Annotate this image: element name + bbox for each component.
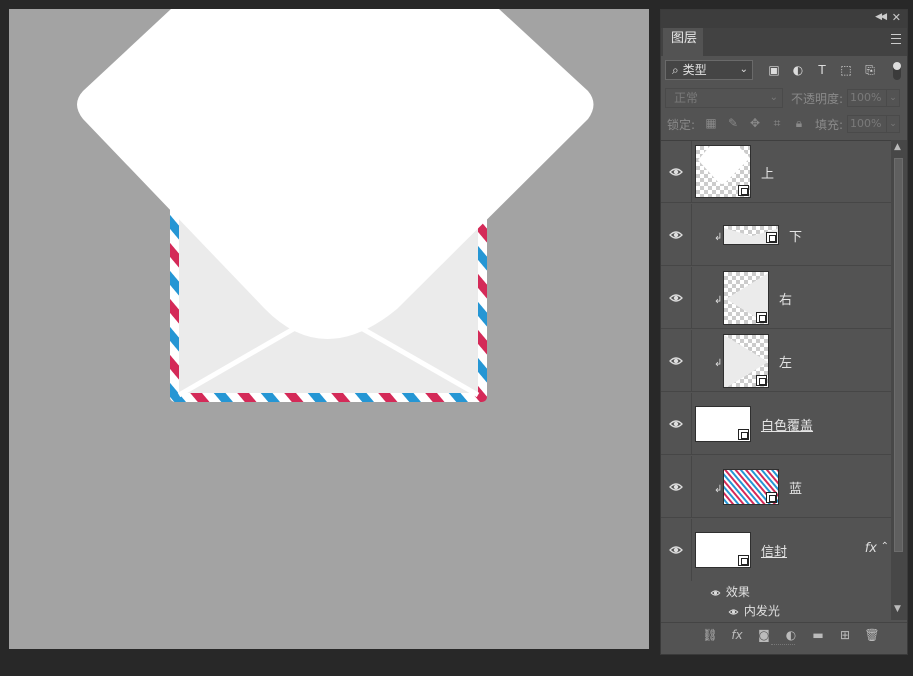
layer-row-right[interactable]: ↲ 右 [661,267,891,329]
layer-thumbnail [695,532,751,568]
lock-artboard-icon[interactable]: ⌗ [770,116,784,131]
clipping-mask-icon: ↲ [714,484,723,495]
tab-layers[interactable]: 图层 [663,28,703,56]
new-layer-icon[interactable]: ⊞ [836,627,854,643]
eye-icon[interactable] [727,607,740,617]
layer-name: 右 [779,293,793,308]
effects-label: 效果 [725,585,750,599]
filter-toggle[interactable] [893,62,901,80]
fill-input[interactable]: 100% [847,115,887,133]
layer-thumbnail [695,145,751,198]
smart-object-filter-icon[interactable]: ⎘ [861,62,879,78]
scroll-up-icon[interactable]: ▲ [894,142,901,152]
panel-tab-row: 图层 [661,28,907,56]
layers-list: 上 ↲ 下 ↲ 右 ↲ 左 白色覆盖 ↲ 蓝 信封 fx ⌃ 效果 内发光 [661,140,891,621]
layer-row-top[interactable]: 上 [661,141,891,203]
layer-thumbnail [723,334,769,388]
effects-row[interactable]: 效果 [709,583,750,600]
lock-position-icon[interactable]: ✥ [748,116,762,130]
smart-object-icon [766,232,777,243]
smart-object-icon [738,429,749,440]
blend-mode-select[interactable]: 正常 ⌄ [665,88,783,108]
layer-row-left[interactable]: ↲ 左 [661,330,891,392]
collapse-panels-icon[interactable]: ◀◀ [875,12,887,22]
smart-object-icon [738,185,749,196]
collapse-effects-icon[interactable]: ⌃ [881,541,889,552]
effect-item-inner-glow[interactable]: 内发光 [727,602,780,619]
smart-object-icon [738,555,749,566]
document-canvas[interactable] [9,9,649,649]
eye-icon[interactable] [669,543,683,557]
layers-bottom-bar: ⛓ fx ◙ ◐ ▬ ⊞ 🗑︎ [661,622,907,649]
layer-row-white-overlay[interactable]: 白色覆盖 [661,393,891,455]
layer-row-envelope[interactable]: 信封 fx ⌃ 效果 内发光 [661,519,891,619]
eye-icon[interactable] [669,165,683,179]
adjustment-filter-icon[interactable]: ◐ [789,62,807,78]
shape-filter-icon[interactable]: ⬚ [837,62,855,78]
layer-name: 下 [789,230,803,245]
search-icon: ⌕ [672,63,679,77]
resize-grip[interactable] [771,644,795,647]
chevron-down-icon: ⌄ [769,92,778,103]
add-style-icon[interactable]: fx [728,627,746,643]
envelope-artwork [77,9,594,402]
close-icon[interactable]: ✕ [892,11,901,24]
clipping-mask-icon: ↲ [714,358,723,369]
smart-object-icon [756,312,767,323]
opacity-input[interactable]: 100% [847,89,887,107]
layers-scrollbar[interactable]: ▲ ▼ [891,140,907,620]
layer-fx-icon[interactable]: fx [865,541,877,556]
lock-label: 锁定: [667,118,696,132]
clipping-mask-icon: ↲ [714,232,723,243]
filter-kind-select[interactable]: ⌕ 类型 ⌄ [665,60,753,80]
eye-icon[interactable] [669,480,683,494]
lock-row: 锁定: ▦ ✎ ✥ ⌗ 🔒︎ 填充: 100% ⌄ [661,112,907,136]
add-mask-icon[interactable]: ◙ [755,627,773,643]
scroll-down-icon[interactable]: ▼ [894,604,901,614]
image-filter-icon[interactable]: ▣ [765,62,783,78]
layer-name: 白色覆盖 [761,419,814,434]
eye-icon[interactable] [709,588,722,598]
effect-item-label: 内发光 [743,604,780,618]
layer-name: 蓝 [789,482,803,497]
eye-icon[interactable] [669,417,683,431]
chevron-down-icon: ⌄ [739,64,748,75]
eye-icon[interactable] [669,228,683,242]
new-group-icon[interactable]: ▬ [809,627,827,643]
panel-menu-icon[interactable] [891,34,901,44]
clipping-mask-icon: ↲ [714,295,723,306]
lock-transparency-icon[interactable]: ▦ [704,116,718,130]
type-filter-icon[interactable]: T [813,62,831,78]
link-layers-icon[interactable]: ⛓ [701,627,719,643]
lock-paint-icon[interactable]: ✎ [726,116,740,130]
adjustment-layer-icon[interactable]: ◐ [782,627,800,643]
layer-name: 上 [761,167,775,182]
opacity-dropdown[interactable]: ⌄ [886,89,900,107]
filter-kind-label: 类型 [682,63,707,77]
opacity-label: 不透明度: [791,92,844,106]
fill-dropdown[interactable]: ⌄ [886,115,900,133]
blend-mode-value: 正常 [674,91,699,105]
fill-label: 填充: [815,118,844,132]
lock-all-icon[interactable]: 🔒︎ [792,116,806,131]
delete-layer-icon[interactable]: 🗑︎ [863,627,881,643]
scroll-thumb[interactable] [894,158,903,552]
layers-panel: ◀◀ ✕ 图层 ⌕ 类型 ⌄ ▣ ◐ T ⬚ ⎘ 正常 ⌄ 不透明度: 100%… [660,9,908,655]
layer-row-blue[interactable]: ↲ 蓝 [661,456,891,518]
layer-thumbnail [695,406,751,442]
eye-icon[interactable] [669,291,683,305]
layer-row-bottom[interactable]: ↲ 下 [661,204,891,266]
panel-title-bar: ◀◀ ✕ [661,10,907,28]
smart-object-icon [766,492,777,503]
layer-thumbnail [723,271,769,325]
blend-row: 正常 ⌄ 不透明度: 100% ⌄ [661,86,907,110]
layer-filter-row: ⌕ 类型 ⌄ ▣ ◐ T ⬚ ⎘ [661,58,907,84]
layer-thumbnail [723,469,779,505]
layer-name: 信封 [761,545,788,560]
layer-name: 左 [779,356,793,371]
eye-icon[interactable] [669,354,683,368]
smart-object-icon [756,375,767,386]
layer-thumbnail [723,225,779,245]
